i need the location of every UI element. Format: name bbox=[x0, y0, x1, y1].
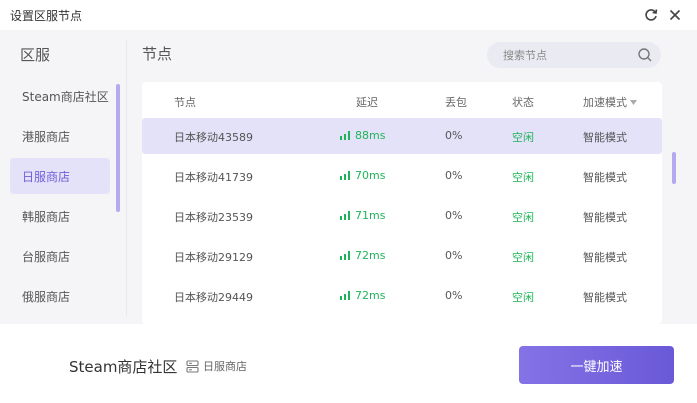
node-status: 空闲 bbox=[512, 211, 534, 224]
signal-bars-icon bbox=[340, 171, 350, 180]
table-row[interactable]: 日本移动29129 72ms 0% 空闲 智能模式 bbox=[142, 238, 662, 274]
sidebar-item-steam-community[interactable]: Steam商店社区 bbox=[10, 78, 110, 114]
caret-down-icon bbox=[630, 99, 637, 105]
main-area: 区服 Steam商店社区 港服商店 日服商店 韩服商店 台服商店 俄服商店 节点 bbox=[0, 30, 697, 324]
server-icon bbox=[186, 359, 199, 373]
sidebar-item-ru-store[interactable]: 俄服商店 bbox=[10, 278, 110, 314]
node-name: 日本移动23539 bbox=[174, 211, 253, 224]
selected-game: Steam商店社区 bbox=[69, 358, 178, 376]
sidebar-scrollbar[interactable] bbox=[116, 84, 120, 212]
sidebar-item-label: 台服商店 bbox=[22, 249, 71, 264]
selected-region-label: 日服商店 bbox=[203, 360, 247, 373]
latency-value: 72ms bbox=[355, 249, 386, 262]
latency-value: 88ms bbox=[355, 129, 386, 142]
sidebar-item-hk-store[interactable]: 港服商店 bbox=[10, 118, 110, 154]
signal-bars-icon bbox=[340, 251, 350, 260]
node-packet-loss: 0% bbox=[445, 289, 463, 302]
signal-bars-icon bbox=[340, 131, 350, 140]
search-button[interactable] bbox=[637, 47, 653, 63]
sidebar-item-tw-store[interactable]: 台服商店 bbox=[10, 238, 110, 274]
vertical-divider bbox=[126, 40, 127, 316]
sidebar-item-jp-store[interactable]: 日服商店 bbox=[10, 158, 110, 194]
node-mode: 智能模式 bbox=[583, 171, 627, 184]
column-header-mode-label: 加速模式 bbox=[583, 96, 627, 109]
signal-bars-icon bbox=[340, 211, 350, 220]
column-header-mode[interactable]: 加速模式 bbox=[583, 94, 637, 110]
node-mode: 智能模式 bbox=[583, 211, 627, 224]
table-header: 节点 延迟 丢包 状态 加速模式 bbox=[142, 82, 662, 118]
sidebar-item-label: 日服商店 bbox=[22, 169, 71, 184]
node-latency: 71ms bbox=[340, 209, 385, 222]
search-box[interactable] bbox=[487, 42, 661, 68]
sidebar-item-label: 韩服商店 bbox=[22, 209, 71, 224]
node-mode: 智能模式 bbox=[583, 131, 627, 144]
refresh-button[interactable] bbox=[640, 4, 662, 26]
node-latency: 88ms bbox=[340, 129, 385, 142]
node-packet-loss: 0% bbox=[445, 249, 463, 262]
window-title: 设置区服节点 bbox=[10, 9, 83, 23]
node-mode: 智能模式 bbox=[583, 251, 627, 264]
node-name: 日本移动29129 bbox=[174, 251, 253, 264]
signal-bars-icon bbox=[340, 291, 350, 300]
node-packet-loss: 0% bbox=[445, 209, 463, 222]
selected-region: 日服商店 bbox=[186, 358, 247, 374]
node-latency: 70ms bbox=[340, 169, 385, 182]
footer-bar: Steam商店社区 日服商店 一键加速 bbox=[0, 324, 697, 403]
node-status: 空闲 bbox=[512, 171, 534, 184]
node-status: 空闲 bbox=[512, 291, 534, 304]
title-bar: 设置区服节点 bbox=[0, 0, 697, 30]
node-status: 空闲 bbox=[512, 251, 534, 264]
table-row[interactable]: 日本移动29449 72ms 0% 空闲 智能模式 bbox=[142, 278, 662, 314]
region-sidebar: 区服 Steam商店社区 港服商店 日服商店 韩服商店 台服商店 俄服商店 bbox=[0, 30, 124, 324]
table-row[interactable]: 日本移动23539 71ms 0% 空闲 智能模式 bbox=[142, 198, 662, 234]
sidebar-item-label: 港服商店 bbox=[22, 129, 71, 144]
node-status: 空闲 bbox=[512, 131, 534, 144]
node-name: 日本移动41739 bbox=[174, 171, 253, 184]
column-header-latency: 延迟 bbox=[356, 96, 378, 109]
node-table: 节点 延迟 丢包 状态 加速模式 日本移动43589 88ms 0% 空闲 智能… bbox=[142, 82, 662, 324]
accelerate-button[interactable]: 一键加速 bbox=[519, 346, 674, 384]
search-icon bbox=[638, 48, 652, 62]
sidebar-item-kr-store[interactable]: 韩服商店 bbox=[10, 198, 110, 234]
node-mode: 智能模式 bbox=[583, 291, 627, 304]
latency-value: 70ms bbox=[355, 169, 386, 182]
sidebar-title: 区服 bbox=[20, 46, 51, 64]
node-packet-loss: 0% bbox=[445, 129, 463, 142]
table-row[interactable]: 日本移动41739 70ms 0% 空闲 智能模式 bbox=[142, 158, 662, 194]
node-name: 日本移动29449 bbox=[174, 291, 253, 304]
latency-value: 72ms bbox=[355, 289, 386, 302]
sidebar-item-label: 俄服商店 bbox=[22, 289, 71, 304]
node-name: 日本移动43589 bbox=[174, 131, 253, 144]
node-packet-loss: 0% bbox=[445, 169, 463, 182]
search-input[interactable] bbox=[503, 48, 633, 62]
table-row[interactable]: 日本移动43589 88ms 0% 空闲 智能模式 bbox=[142, 118, 662, 154]
column-header-name: 节点 bbox=[174, 96, 196, 109]
column-header-loss: 丢包 bbox=[445, 96, 467, 109]
sidebar-item-label: Steam商店社区 bbox=[22, 89, 109, 104]
close-icon bbox=[669, 9, 681, 21]
column-header-status: 状态 bbox=[512, 96, 534, 109]
node-latency: 72ms bbox=[340, 289, 385, 302]
nodes-title: 节点 bbox=[142, 45, 173, 63]
table-scrollbar[interactable] bbox=[672, 152, 676, 184]
close-button[interactable] bbox=[664, 4, 686, 26]
latency-value: 71ms bbox=[355, 209, 386, 222]
node-latency: 72ms bbox=[340, 249, 385, 262]
refresh-icon bbox=[645, 9, 658, 21]
